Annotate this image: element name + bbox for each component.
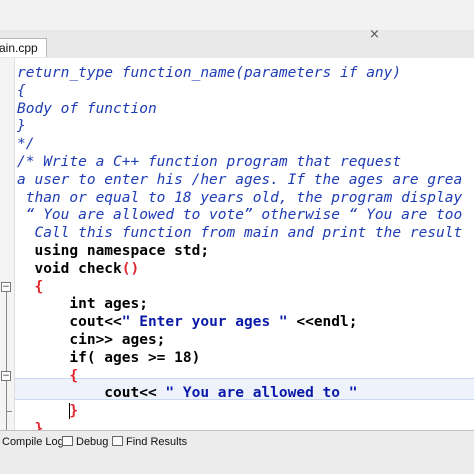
find-results-tab-label: Find Results — [126, 436, 188, 448]
code-line[interactable]: { — [17, 278, 43, 296]
debug-icon — [62, 436, 73, 446]
code-line[interactable]: } — [17, 117, 26, 135]
code-line[interactable]: int ages; — [17, 295, 148, 313]
code-token-plain: using namespace std; — [17, 243, 210, 259]
code-token-plain: void check — [17, 260, 122, 277]
editor-tab-strip — [0, 30, 474, 59]
compile-log-tab-label: Compile Log — [2, 436, 64, 448]
code-line[interactable]: cin>> ages; — [17, 331, 165, 349]
code-token-brace: { — [17, 367, 79, 384]
code-token-plain: cout<< — [17, 385, 166, 402]
code-line[interactable]: using namespace std; — [17, 242, 209, 260]
editor-tab-main-cpp[interactable]: ain.cpp — [0, 38, 47, 57]
fold-toggle-icon[interactable]: − — [1, 370, 11, 381]
code-token-comment: Body of function — [17, 100, 157, 117]
text-caret — [69, 403, 71, 420]
bottom-panel: Compile Log Debug Find Results — [0, 430, 474, 474]
code-token-comment: a user to enter his /her ages. If the ag… — [17, 171, 463, 188]
editor-tab-label: ain.cpp — [0, 41, 38, 55]
code-token-brace: () — [121, 260, 140, 277]
fold-toggle-icon[interactable]: − — [1, 281, 11, 292]
tab-compile-log[interactable]: Compile Log — [2, 435, 64, 449]
code-token-comment: Call this function from main and print t… — [17, 225, 463, 242]
code-token-plain: cout<< — [17, 314, 122, 331]
close-icon[interactable]: × — [369, 28, 381, 42]
code-token-str: " You are allowed to " — [165, 385, 358, 402]
code-line[interactable]: “ You are allowed to vote” otherwise “ Y… — [17, 206, 463, 224]
code-line[interactable]: than or equal to 18 years old, the progr… — [17, 189, 463, 207]
code-editor[interactable]: − − return_type function_name(parameters … — [0, 58, 474, 430]
code-token-comment: { — [17, 82, 26, 99]
code-token-str: " Enter your ages " — [121, 314, 288, 331]
code-token-comment: return_type function_name(parameters if … — [17, 65, 402, 81]
ide-window: ain.cpp × − − return_type function_name(p… — [0, 0, 474, 474]
code-token-plain: cin>> ages; — [17, 332, 166, 348]
code-line[interactable]: } — [17, 420, 43, 430]
debug-tab-label: Debug — [76, 436, 109, 448]
code-line[interactable]: cout<<" Enter your ages " <<endl; — [17, 313, 357, 331]
code-token-plain: int ages; — [17, 296, 148, 313]
code-line[interactable]: if( ages >= 18) — [17, 349, 200, 367]
code-line[interactable]: a user to enter his /her ages. If the ag… — [17, 171, 462, 189]
code-line[interactable]: { — [17, 82, 26, 100]
code-line[interactable]: return_type function_name(parameters if … — [17, 64, 401, 82]
code-token-comment: } — [17, 118, 26, 135]
code-token-plain: <<endl; — [287, 314, 358, 331]
code-token-brace: { — [17, 278, 44, 295]
editor-gutter: − − — [0, 58, 15, 430]
fold-end-tick — [6, 411, 12, 413]
code-line[interactable]: Call this function from main and print t… — [17, 224, 462, 242]
tab-find-results[interactable]: Find Results — [112, 435, 187, 449]
code-line[interactable]: { — [17, 367, 78, 385]
fold-guide-line — [6, 291, 7, 430]
code-token-plain: if( ages >= 18) — [17, 349, 201, 366]
code-line[interactable]: Body of function — [17, 100, 157, 118]
find-results-icon — [112, 436, 123, 446]
code-line[interactable]: void check() — [17, 260, 139, 278]
code-token-comment: /* Write a C++ function program that req… — [17, 154, 402, 170]
code-line[interactable]: */ — [17, 135, 34, 153]
code-token-comment: */ — [17, 136, 35, 153]
code-line[interactable]: /* Write a C++ function program that req… — [17, 153, 401, 171]
toolbar-area — [0, 0, 474, 30]
tab-debug[interactable]: Debug — [62, 435, 108, 449]
code-token-comment: than or equal to 18 years old, the progr… — [17, 189, 463, 206]
code-token-comment: “ You are allowed to vote” otherwise “ Y… — [17, 207, 463, 224]
code-token-brace: } — [17, 421, 44, 430]
code-line[interactable]: cout<< " You are allowed to " — [17, 384, 357, 402]
